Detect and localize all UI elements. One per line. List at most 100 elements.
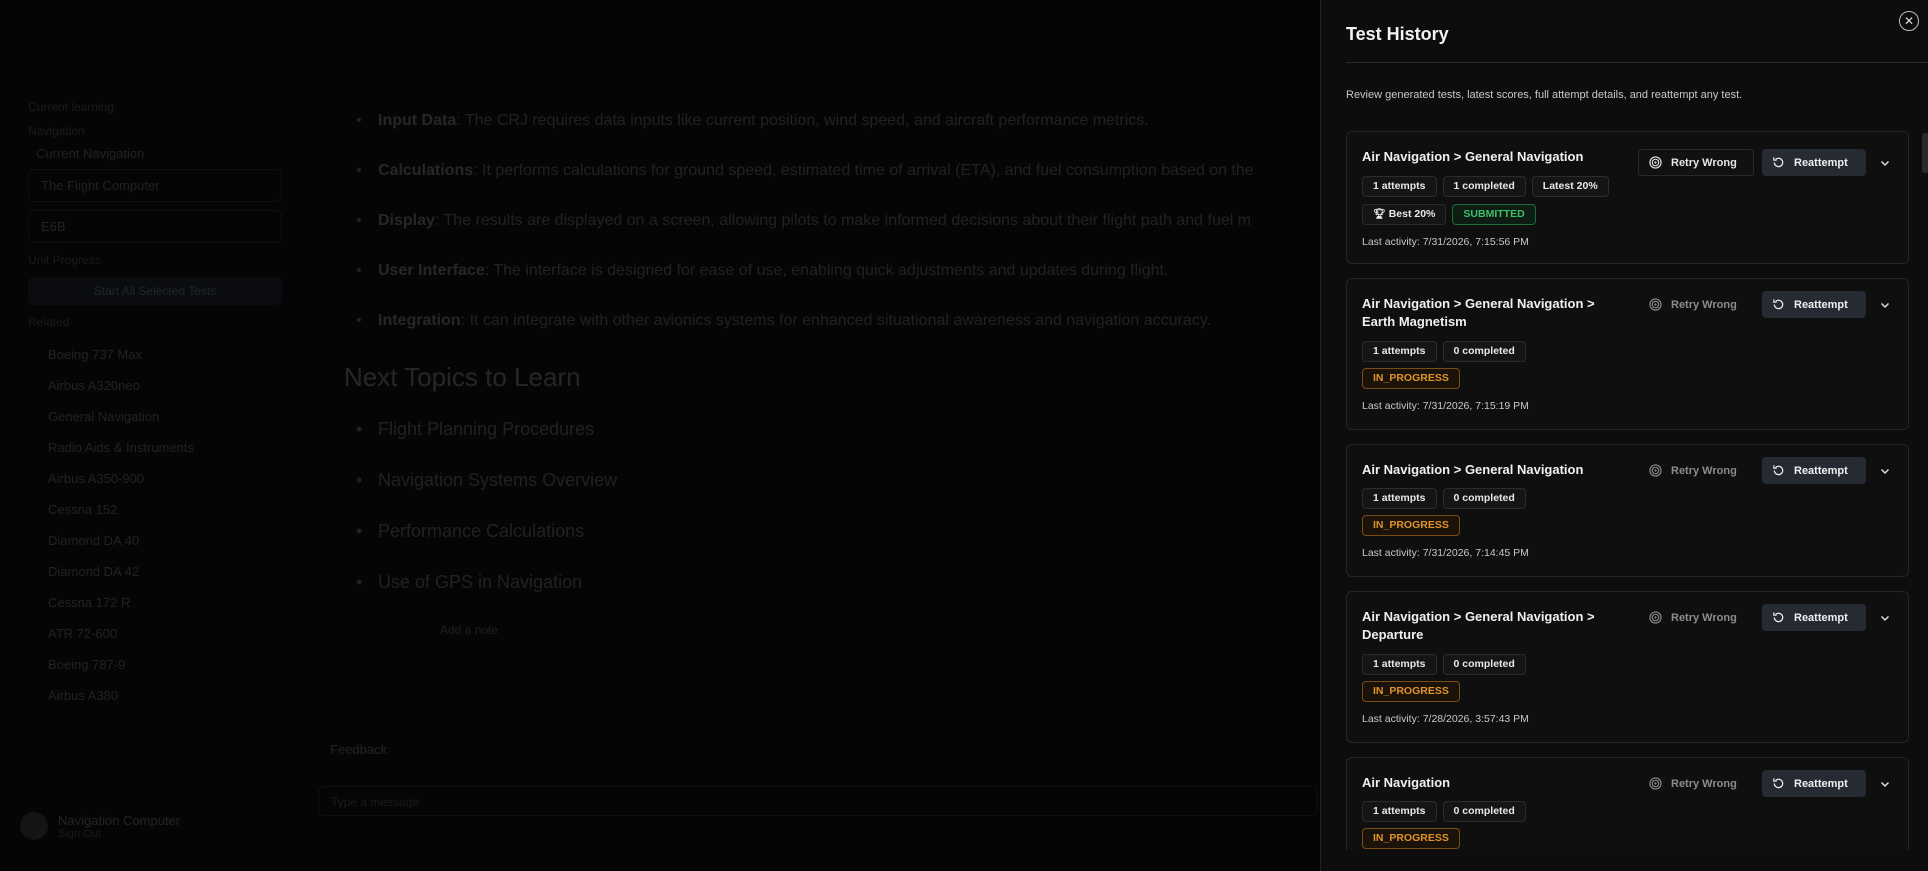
latest-score-badge: Latest 20% — [1531, 176, 1609, 197]
avatar — [20, 812, 48, 840]
test-card: Air Navigation > General Navigation > Ea… — [1346, 278, 1909, 430]
message-input[interactable]: Type a message — [318, 786, 1318, 816]
attempts-badge: 1 attempts — [1362, 176, 1437, 197]
topic-link[interactable]: Navigation Systems Overview — [356, 470, 1320, 491]
test-history-drawer: Test History ✕ Review generated tests, l… — [1320, 0, 1928, 871]
chevron-down-icon[interactable] — [1879, 778, 1891, 790]
add-note-button[interactable]: Add a note — [440, 623, 1320, 637]
reattempt-label: Reattempt — [1794, 298, 1848, 311]
sidebar-item[interactable]: Airbus A350-900 — [48, 471, 290, 488]
content-bullet: Input Data: The CRJ requires data inputs… — [356, 112, 1320, 130]
retry-wrong-button[interactable]: Retry Wrong — [1638, 770, 1754, 797]
next-topics-heading: Next Topics to Learn — [344, 362, 581, 392]
status-badge: IN_PROGRESS — [1362, 681, 1460, 702]
retry-wrong-button[interactable]: Retry Wrong — [1638, 457, 1754, 484]
chevron-down-icon[interactable] — [1879, 157, 1891, 169]
bullet-label: Integration — [378, 312, 461, 329]
reattempt-label: Reattempt — [1794, 156, 1848, 169]
best-score-badge: 🏆︎ Best 20% — [1362, 204, 1447, 225]
sidebar-select[interactable]: The Flight Computer — [28, 169, 282, 202]
target-icon — [1649, 156, 1662, 169]
sidebar-section-label: Related — [28, 315, 70, 329]
scrollbar-thumb[interactable] — [1922, 133, 1928, 173]
topic-link[interactable]: Performance Calculations — [356, 521, 1320, 542]
sidebar-item[interactable]: General Navigation — [48, 409, 290, 426]
refresh-icon — [1773, 157, 1784, 168]
bullet-label: Calculations — [378, 162, 474, 179]
last-activity: Last activity: 7/31/2026, 7:14:45 PM — [1362, 547, 1529, 559]
user-profile[interactable]: Navigation Computer Sign Out — [20, 812, 180, 840]
completed-badge: 0 completed — [1442, 341, 1526, 362]
sidebar-item[interactable]: Cessna 152 — [48, 502, 290, 519]
feedback-label: Feedback — [330, 742, 388, 757]
sidebar-section-label: Unit Progress — [28, 253, 101, 267]
attempts-badge: 1 attempts — [1362, 801, 1437, 822]
content-bullet: Integration: It can integrate with other… — [356, 312, 1320, 330]
topic-link[interactable]: Use of GPS in Navigation — [356, 572, 1320, 593]
content-bullet: Calculations: It performs calculations f… — [356, 162, 1320, 180]
chevron-down-icon[interactable] — [1879, 612, 1891, 624]
sidebar-row[interactable]: Current Navigation — [36, 146, 290, 161]
completed-badge: 0 completed — [1442, 801, 1526, 822]
divider — [1346, 62, 1928, 63]
test-title: Air Navigation > General Navigation — [1362, 149, 1584, 164]
status-badge: IN_PROGRESS — [1362, 515, 1460, 536]
reattempt-button[interactable]: Reattempt — [1762, 291, 1866, 318]
last-activity: Last activity: 7/31/2026, 7:15:56 PM — [1362, 236, 1529, 248]
attempts-badge: 1 attempts — [1362, 488, 1437, 509]
test-title: Air Navigation — [1362, 775, 1451, 790]
refresh-icon — [1773, 612, 1784, 623]
test-title: Air Navigation > General Navigation — [1362, 462, 1584, 477]
user-name: Navigation Computer — [58, 812, 181, 828]
background-content: Input Data: The CRJ requires data inputs… — [340, 112, 1320, 637]
retry-wrong-button[interactable]: Retry Wrong — [1638, 149, 1754, 176]
background-sidebar: Current learning Navigation Current Navi… — [20, 90, 290, 870]
retry-wrong-label: Retry Wrong — [1671, 611, 1737, 624]
start-tests-button[interactable]: Start All Selected Tests — [28, 277, 282, 305]
retry-wrong-button[interactable]: Retry Wrong — [1638, 291, 1754, 318]
target-icon — [1649, 611, 1662, 624]
drawer-description: Review generated tests, latest scores, f… — [1346, 89, 1743, 101]
background-app: Current learning Navigation Current Navi… — [0, 0, 1320, 871]
reattempt-label: Reattempt — [1794, 777, 1848, 790]
status-badge: IN_PROGRESS — [1362, 828, 1460, 849]
sidebar-item[interactable]: Boeing 737 Max — [48, 347, 290, 364]
sidebar-select[interactable]: E6B — [28, 210, 282, 243]
chevron-down-icon[interactable] — [1879, 299, 1891, 311]
badge-row: 1 attempts 0 completed — [1362, 341, 1526, 362]
sidebar-item[interactable]: Cessna 172 R — [48, 595, 290, 612]
sidebar-item[interactable]: Boeing 787-9 — [48, 657, 290, 674]
badge-row: IN_PROGRESS — [1362, 515, 1460, 536]
badge-row: 1 attempts 1 completed Latest 20% — [1362, 176, 1609, 197]
test-title: Air Navigation > General Navigation > Ea… — [1362, 296, 1595, 329]
sidebar-item[interactable]: Airbus A320neo — [48, 378, 290, 395]
close-icon: ✕ — [1903, 14, 1915, 28]
reattempt-button[interactable]: Reattempt — [1762, 770, 1866, 797]
target-icon — [1649, 464, 1662, 477]
bullet-label: User Interface — [378, 262, 485, 279]
status-badge: IN_PROGRESS — [1362, 368, 1460, 389]
bullet-text: : It performs calculations for ground sp… — [473, 162, 1254, 179]
sidebar-item[interactable]: Diamond DA 42 — [48, 564, 290, 581]
best-score-text: Best 20% — [1388, 208, 1436, 220]
close-button[interactable]: ✕ — [1899, 11, 1919, 31]
badge-row: 1 attempts 0 completed — [1362, 801, 1526, 822]
bullet-text: : It can integrate with other avionics s… — [460, 312, 1212, 329]
reattempt-button[interactable]: Reattempt — [1762, 457, 1866, 484]
target-icon — [1649, 298, 1662, 311]
badge-row: 🏆︎ Best 20% SUBMITTED — [1362, 204, 1536, 225]
sidebar-item[interactable]: Airbus A380 — [48, 688, 290, 705]
retry-wrong-button[interactable]: Retry Wrong — [1638, 604, 1754, 631]
chevron-down-icon[interactable] — [1879, 465, 1891, 477]
sidebar-item[interactable]: Radio Aids & Instruments — [48, 440, 290, 457]
drawer-title: Test History — [1346, 24, 1449, 44]
topic-link[interactable]: Flight Planning Procedures — [356, 419, 1320, 440]
completed-badge: 1 completed — [1442, 176, 1526, 197]
reattempt-label: Reattempt — [1794, 611, 1848, 624]
reattempt-button[interactable]: Reattempt — [1762, 149, 1866, 176]
reattempt-button[interactable]: Reattempt — [1762, 604, 1866, 631]
sidebar-item[interactable]: ATR 72-600 — [48, 626, 290, 643]
sidebar-item[interactable]: Diamond DA 40 — [48, 533, 290, 550]
reattempt-label: Reattempt — [1794, 464, 1848, 477]
test-title: Air Navigation > General Navigation > De… — [1362, 609, 1595, 642]
